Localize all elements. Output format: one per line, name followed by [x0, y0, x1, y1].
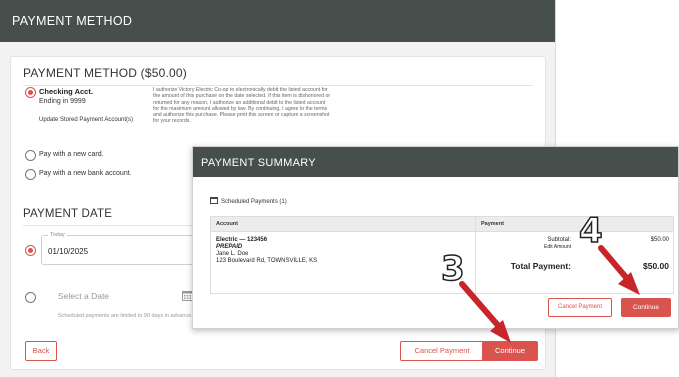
- authorization-text: I authorize Victory Electric Co-op to el…: [153, 87, 331, 125]
- payment-date-title: PAYMENT DATE: [23, 208, 113, 220]
- payment-method-title: PAYMENT METHOD ($50.00): [23, 66, 187, 80]
- total-payment-value: $50.00: [643, 261, 669, 271]
- account-holder: Jane L. Doe: [216, 251, 249, 257]
- edit-amount-link[interactable]: Edit Amount: [521, 244, 571, 251]
- cancel-payment-button[interactable]: Cancel Payment: [400, 341, 484, 361]
- column-header-account: Account: [216, 221, 238, 227]
- step-4-annotation: 4: [578, 211, 603, 251]
- account-number: Electric — 123456: [216, 237, 268, 243]
- calendar-icon: [210, 197, 218, 204]
- today-date-field[interactable]: Today 01/10/2025: [41, 232, 211, 265]
- scheduled-payments-label: Scheduled Payments (1): [221, 199, 287, 205]
- continue-button[interactable]: Continue: [482, 341, 538, 361]
- column-header-payment: Payment: [481, 221, 504, 227]
- checking-account-name: Checking Acct.: [39, 87, 93, 96]
- checking-account-ending: Ending in 9999: [39, 98, 86, 105]
- radio-today[interactable]: [25, 245, 36, 256]
- summary-cancel-payment-button[interactable]: Cancel Payment: [548, 298, 612, 317]
- radio-checking-account[interactable]: [25, 87, 36, 98]
- payment-summary-window: PAYMENT SUMMARY Scheduled Payments (1) A…: [192, 146, 679, 329]
- subtotal-value: $50.00: [650, 237, 669, 243]
- divider: [23, 85, 533, 86]
- payment-method-header: PAYMENT METHOD: [0, 0, 555, 42]
- update-stored-accounts-link[interactable]: Update Stored Payment Account(s): [39, 117, 133, 123]
- step-3-annotation: 3: [440, 249, 465, 289]
- select-date-input[interactable]: Select a Date: [58, 291, 109, 301]
- radio-new-bank-account[interactable]: [25, 169, 36, 180]
- total-payment-label: Total Payment:: [510, 261, 571, 271]
- account-type: PREPAID: [216, 244, 243, 250]
- back-button[interactable]: Back: [25, 341, 57, 361]
- today-legend: Today: [48, 232, 67, 238]
- radio-new-card[interactable]: [25, 150, 36, 161]
- subtotal-label: Subtotal:: [547, 237, 571, 243]
- today-date-value: 01/10/2025: [48, 247, 89, 256]
- new-bank-account-label[interactable]: Pay with a new bank account.: [39, 170, 132, 177]
- table-header-row: Account Payment: [211, 217, 673, 232]
- account-address: 123 Boulevard Rd, TOWNSVILLE, KS: [216, 258, 318, 264]
- column-separator: [475, 217, 476, 295]
- scheduled-payments-row: Scheduled Payments (1): [210, 197, 287, 205]
- payment-summary-header: PAYMENT SUMMARY: [193, 147, 678, 177]
- summary-continue-button[interactable]: Continue: [621, 298, 671, 317]
- new-card-label[interactable]: Pay with a new card.: [39, 151, 104, 158]
- date-limit-note: Scheduled payments are limited to 90 day…: [58, 313, 193, 319]
- radio-select-date[interactable]: [25, 292, 36, 303]
